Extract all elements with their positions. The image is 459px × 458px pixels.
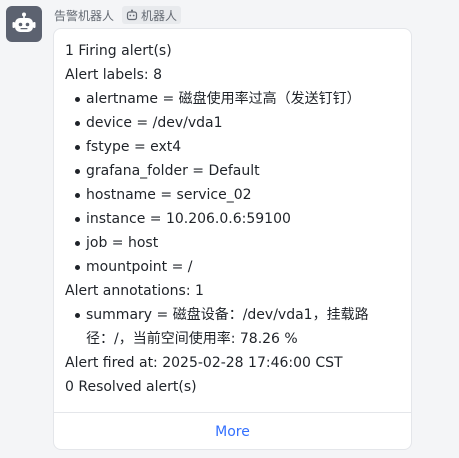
sender-row: 告警机器人 机器人 [54,5,182,25]
robot-icon [126,9,138,21]
firing-summary: 1 Firing alert(s) [65,43,172,59]
resolved-summary: 0 Resolved alert(s) [65,379,197,395]
label-item: hostname = service_02 [65,183,405,207]
fired-at: Alert fired at: 2025-02-28 17:46:00 CST [65,355,343,371]
alert-message-card: 1 Firing alert(s) Alert labels: 8 alertn… [53,28,412,450]
label-item: device = /dev/vda1 [65,111,405,135]
label-item: grafana_folder = Default [65,159,405,183]
label-item: job = host [65,231,405,255]
more-button[interactable]: More [54,413,411,449]
label-item: alertname = 磁盘使用率过高（发送钉钉） [65,87,405,111]
label-item: instance = 10.206.0.6:59100 [65,207,405,231]
annotations-header: Alert annotations: 1 [65,283,204,299]
bot-tag: 机器人 [122,6,182,24]
bot-tag-label: 机器人 [141,8,178,23]
label-item: fstype = ext4 [65,135,405,159]
annotation-item: summary = 磁盘设备：/dev/vda1，挂载路径：/，当前空间使用率:… [65,303,376,351]
card-body: 1 Firing alert(s) Alert labels: 8 alertn… [65,39,405,399]
labels-header: Alert labels: 8 [65,67,163,83]
sender-name[interactable]: 告警机器人 [54,7,114,24]
label-item: mountpoint = / [65,255,405,279]
bot-avatar[interactable] [6,6,42,42]
robot-icon [12,12,36,32]
